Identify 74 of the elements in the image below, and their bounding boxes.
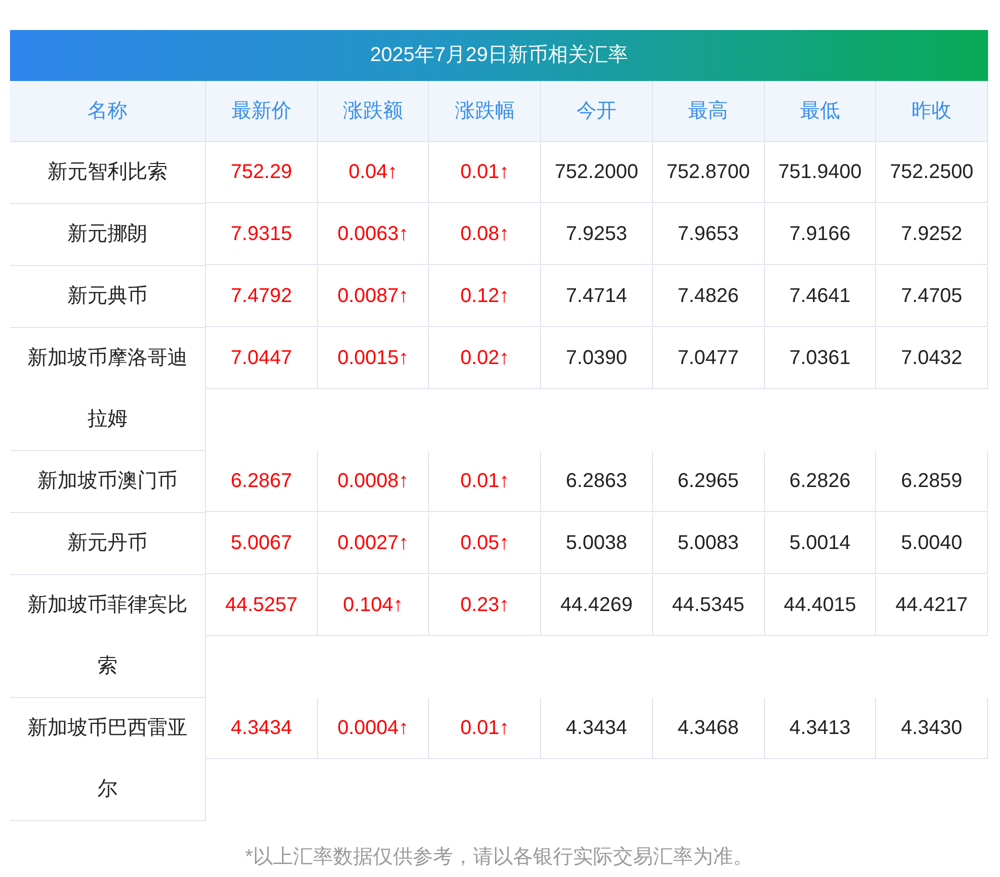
rate-cell: 752.8700	[652, 142, 765, 203]
rate-cell: 752.2000	[541, 142, 653, 203]
rate-cell: 4.3434	[541, 698, 653, 759]
rate-cell: 4.3413	[764, 698, 876, 759]
rate-cell: 5.0014	[764, 513, 876, 574]
currency-name-cell: 新元丹币	[10, 513, 206, 575]
column-header: 最高	[652, 81, 765, 142]
rate-cell: 44.4269	[541, 575, 653, 636]
rate-cell: 5.0083	[652, 513, 765, 574]
rate-cell: 7.4705	[876, 266, 988, 327]
rate-cell: 0.05↑	[429, 513, 542, 574]
rate-cell: 7.4826	[652, 266, 765, 327]
rate-cell: 0.12↑	[429, 266, 542, 327]
rate-cell: 4.3468	[652, 698, 765, 759]
rate-cell: 751.9400	[764, 142, 876, 203]
rate-cell: 0.01↑	[429, 142, 542, 203]
rate-cell: 0.0004↑	[318, 698, 430, 759]
rate-cell: 5.0038	[541, 513, 653, 574]
column-header: 涨跌幅	[429, 81, 542, 142]
rate-cell: 44.4217	[876, 575, 988, 636]
rate-cell: 0.01↑	[429, 451, 542, 512]
rate-cell: 7.4714	[541, 266, 653, 327]
rate-cell: 4.3430	[876, 698, 988, 759]
rate-cell: 7.9653	[652, 204, 765, 265]
column-header: 名称	[10, 81, 206, 142]
rate-cell: 7.9315	[206, 204, 318, 265]
column-header: 最新价	[206, 81, 318, 142]
rate-cell: 0.0015↑	[318, 328, 430, 389]
column-header: 昨收	[876, 81, 988, 142]
rate-cell: 0.01↑	[429, 698, 542, 759]
rate-cell: 7.0447	[206, 328, 318, 389]
rate-cell: 7.9253	[541, 204, 653, 265]
rate-cell: 0.02↑	[429, 328, 542, 389]
rate-cell: 0.0063↑	[318, 204, 430, 265]
rate-cell: 7.0432	[876, 328, 988, 389]
rate-cell: 4.3434	[206, 698, 318, 759]
currency-name-cell: 新加坡币摩洛哥迪拉姆	[10, 328, 206, 451]
rate-cell: 5.0040	[876, 513, 988, 574]
table-title: 2025年7月29日新币相关汇率	[10, 30, 988, 81]
rate-cell: 44.5345	[652, 575, 765, 636]
currency-name-cell: 新加坡币澳门币	[10, 451, 206, 513]
column-header: 今开	[541, 81, 653, 142]
rate-cell: 0.08↑	[429, 204, 542, 265]
column-header: 涨跌额	[318, 81, 430, 142]
currency-name-cell: 新加坡币巴西雷亚尔	[10, 698, 206, 821]
rate-cell: 7.0477	[652, 328, 765, 389]
currency-name-cell: 新元智利比索	[10, 142, 206, 204]
rate-cell: 6.2863	[541, 451, 653, 512]
rate-cell: 0.23↑	[429, 575, 542, 636]
rate-cell: 0.04↑	[318, 142, 430, 203]
rate-cell: 7.4641	[764, 266, 876, 327]
currency-name-cell: 新加坡币菲律宾比索	[10, 575, 206, 698]
rate-cell: 6.2867	[206, 451, 318, 512]
rate-cell: 5.0067	[206, 513, 318, 574]
rate-cell: 7.9252	[876, 204, 988, 265]
rate-cell: 6.2965	[652, 451, 765, 512]
rate-cell: 0.0027↑	[318, 513, 430, 574]
rate-cell: 752.2500	[876, 142, 988, 203]
rate-cell: 0.104↑	[318, 575, 430, 636]
rate-cell: 7.0361	[764, 328, 876, 389]
rate-cell: 6.2859	[876, 451, 988, 512]
rate-cell: 44.5257	[206, 575, 318, 636]
rate-cell: 7.4792	[206, 266, 318, 327]
rate-cell: 0.0008↑	[318, 451, 430, 512]
currency-name-cell: 新元挪朗	[10, 204, 206, 266]
disclaimer-text: *以上汇率数据仅供参考，请以各银行实际交易汇率为准。	[244, 845, 754, 870]
currency-name-cell: 新元典币	[10, 266, 206, 328]
rate-cell: 6.2826	[764, 451, 876, 512]
rate-cell: 7.9166	[764, 204, 876, 265]
column-header: 最低	[764, 81, 876, 142]
rate-cell: 0.0087↑	[318, 266, 430, 327]
rate-cell: 752.29	[206, 142, 318, 203]
rate-cell: 44.4015	[764, 575, 876, 636]
rate-cell: 7.0390	[541, 328, 653, 389]
